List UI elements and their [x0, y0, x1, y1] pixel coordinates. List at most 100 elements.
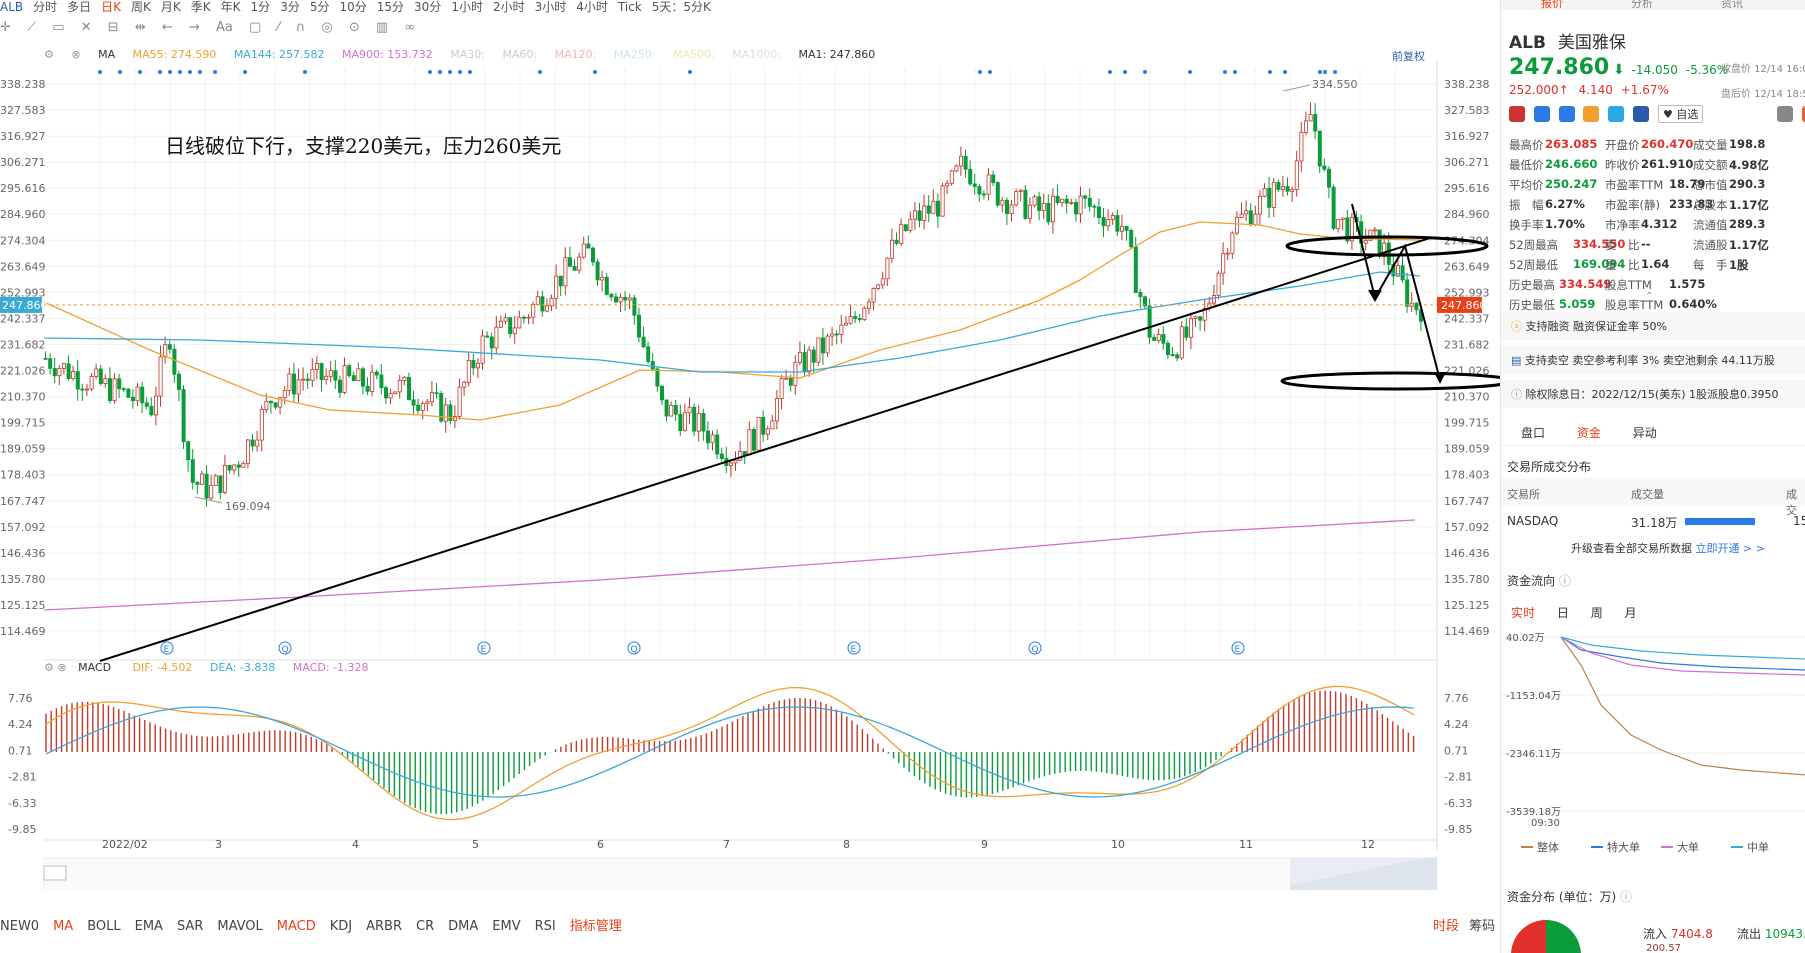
info-icon[interactable]: ⓘ — [1559, 574, 1571, 588]
month-tick: 7 — [723, 838, 730, 851]
event-marker — [1318, 70, 1322, 74]
candle-body — [153, 395, 158, 416]
candle-body — [1074, 201, 1079, 215]
session-tab[interactable]: 时段 — [1433, 919, 1459, 934]
candle-body — [503, 317, 508, 322]
macd-tick: 7.76 — [1444, 692, 1469, 705]
indicator-tab[interactable]: KDJ — [330, 919, 352, 934]
price-tick: 135.780 — [1444, 573, 1490, 586]
candle-body — [738, 451, 743, 461]
flow-tab-realtime[interactable]: 实时 — [1511, 606, 1535, 620]
candle-body — [710, 434, 715, 444]
tab-news[interactable]: 资讯 — [1721, 0, 1743, 11]
indicator-tab[interactable]: SAR — [177, 919, 203, 934]
after-change-pct: +1.67% — [1620, 83, 1669, 97]
event-marker — [468, 70, 472, 74]
after-arrow-icon: ↑ — [1558, 83, 1569, 97]
price-tick-left: 327.583 — [0, 104, 46, 117]
candle-body — [1046, 203, 1051, 223]
overview-strip — [43, 857, 1438, 890]
candle-body — [986, 174, 991, 195]
indicator-tab[interactable]: DMA — [448, 919, 478, 934]
candle-body — [609, 294, 614, 298]
candle-body — [1152, 336, 1157, 341]
month-tick: 5 — [472, 838, 479, 851]
candle-body — [236, 464, 241, 468]
legend-label: 整体 — [1537, 840, 1559, 854]
bell-icon[interactable] — [1777, 106, 1794, 122]
quote-value: 1股 — [1729, 258, 1749, 272]
tab-orderbook[interactable]: 盘口 — [1521, 426, 1545, 440]
tag-icon[interactable] — [1608, 106, 1625, 122]
indicator-tab[interactable]: CR — [416, 919, 434, 934]
doc-icon[interactable] — [1633, 106, 1650, 122]
tab-quote[interactable]: 报价 — [1541, 0, 1563, 11]
indicator-tab[interactable]: EMV — [492, 919, 520, 934]
exch-col-volume: 成交量 — [1631, 488, 1664, 501]
indicator-tab[interactable]: 指标管理 — [570, 919, 622, 934]
flow-tab-month[interactable]: 月 — [1625, 606, 1637, 620]
candle-body — [324, 375, 329, 381]
indicator-tab[interactable]: EMA — [135, 919, 163, 934]
indicator-tab[interactable]: NEW0 — [0, 919, 39, 934]
price-line: 247.860 ⬇ -14.050 -5.36% — [1509, 55, 1728, 80]
candle-body — [1161, 334, 1166, 344]
dividend-text: 除权除息日：2022/12/15(美东) 1股派股息0.3950 — [1525, 388, 1779, 401]
candle-body — [641, 336, 646, 348]
candle-body — [388, 393, 393, 399]
collapse-icon[interactable]: ⌃ — [1645, 291, 1653, 302]
quote-key: 平均价 — [1509, 178, 1544, 192]
tab-funds[interactable]: 资金 — [1577, 426, 1601, 440]
flash-icon[interactable] — [1533, 106, 1550, 122]
candle-body — [522, 316, 527, 319]
event-marker — [1143, 70, 1147, 74]
chips-tab[interactable]: 筹码 — [1469, 919, 1495, 934]
indicator-tab[interactable]: RSI — [535, 919, 556, 934]
tab-analysis[interactable]: 分析 — [1631, 0, 1653, 11]
wave-icon[interactable] — [1583, 106, 1600, 122]
price-tick-left: 146.436 — [0, 547, 46, 560]
candle-body — [1078, 195, 1083, 215]
legend-label: 特大单 — [1607, 840, 1640, 854]
candle-body — [963, 155, 968, 170]
candle-body — [411, 399, 416, 406]
indicator-tab[interactable]: MACD — [277, 919, 316, 934]
quote-key: 流通股 — [1693, 238, 1728, 252]
indicator-tab[interactable]: ARBR — [366, 919, 402, 934]
candle-body — [802, 352, 807, 373]
candle-body — [485, 335, 490, 338]
candle-body — [765, 428, 770, 435]
candle-body — [1041, 203, 1046, 211]
price-tick: 114.469 — [1444, 625, 1490, 638]
candle-body — [282, 390, 287, 399]
earnings-marker-label: Q — [282, 645, 289, 655]
legend-label: 大单 — [1677, 840, 1699, 854]
indicator-tab[interactable]: MA — [53, 919, 73, 934]
s-icon[interactable] — [1558, 106, 1575, 122]
watchlist-button[interactable]: ♥ 自选 — [1657, 105, 1704, 123]
month-tick: 6 — [597, 838, 604, 851]
flow-tab-week[interactable]: 周 — [1591, 606, 1603, 620]
close-icon[interactable]: ⊗ — [57, 661, 66, 674]
info-icon[interactable]: ⓘ — [1620, 890, 1632, 904]
candle-body — [595, 261, 600, 281]
candle-body — [66, 363, 71, 380]
candle-body — [1299, 131, 1304, 162]
settings-icon[interactable]: ⚙ — [44, 661, 54, 674]
candle-body — [126, 388, 131, 398]
upgrade-link[interactable]: 立即开通 > > — [1696, 542, 1765, 555]
bottom-right-tabs: 时段 筹码 — [1433, 915, 1495, 934]
candle-body — [393, 391, 398, 395]
candle-body — [130, 396, 135, 402]
event-marker — [1268, 70, 1272, 74]
indicator-tab[interactable]: MAVOL — [217, 919, 262, 934]
candle-body — [687, 406, 692, 414]
candle-body — [1271, 182, 1276, 208]
indicator-tab[interactable]: BOLL — [87, 919, 120, 934]
arrow-head — [1434, 372, 1446, 384]
flow-tab-day[interactable]: 日 — [1557, 606, 1569, 620]
candle-body — [273, 402, 278, 408]
tab-movement[interactable]: 异动 — [1633, 426, 1657, 440]
candle-body — [526, 316, 531, 319]
price-tick-left: 263.649 — [0, 260, 46, 273]
